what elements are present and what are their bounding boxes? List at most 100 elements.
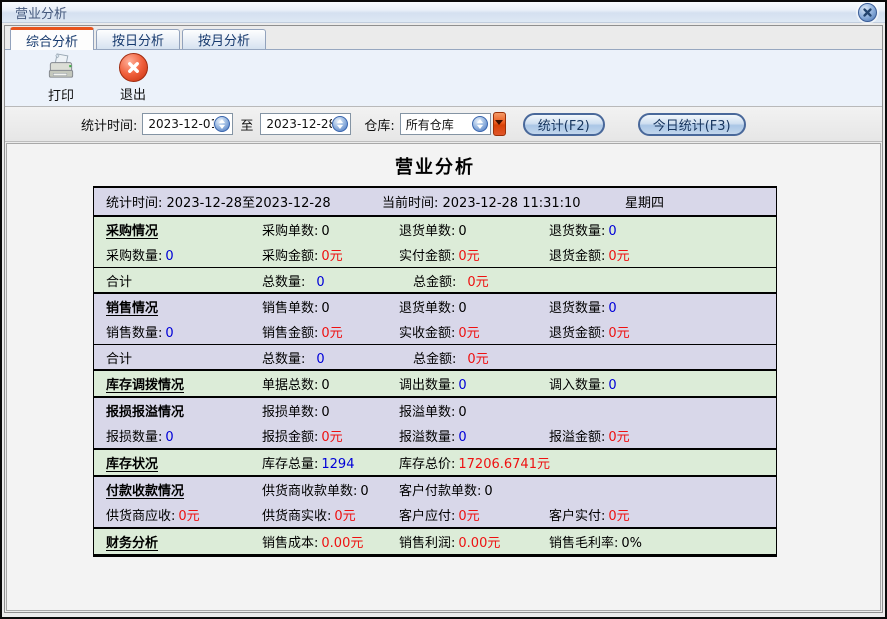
exit-icon bbox=[119, 53, 148, 82]
report: 营业分析 统计时间: 2023-12-28至2023-12-28当前时间: 20… bbox=[93, 153, 777, 557]
report-title: 营业分析 bbox=[93, 153, 777, 179]
cell-label: 采购数量: bbox=[106, 249, 162, 264]
cell-label: 销售金额: bbox=[262, 326, 318, 341]
report-cell: 客户实付:0元 bbox=[549, 505, 776, 524]
print-button[interactable]: 打印 bbox=[33, 52, 89, 104]
report-table: 统计时间: 2023-12-28至2023-12-28当前时间: 2023-12… bbox=[93, 186, 777, 557]
cell-label: 供货商收款单数: bbox=[262, 484, 357, 499]
report-cell: 供货商实收:0元 bbox=[262, 505, 399, 524]
report-cell: 财务分析 bbox=[106, 532, 262, 551]
report-cell: 报溢单数:0 bbox=[399, 401, 549, 420]
report-cell: 销售单数:0 bbox=[262, 297, 399, 316]
cell-label: 调入数量: bbox=[549, 378, 605, 393]
report-row: 供货商应收:0元供货商实收:0元客户应付:0元客户实付:0元 bbox=[94, 502, 776, 527]
cell-label: 退货金额: bbox=[549, 326, 605, 341]
cell-label: 客户付款单数: bbox=[399, 484, 481, 499]
warehouse-select[interactable]: 所有仓库 bbox=[400, 113, 491, 135]
cell-value: 0.00元 bbox=[458, 536, 500, 551]
date-to-value: 2023-12-28 bbox=[266, 117, 332, 131]
exit-button[interactable]: 退出 bbox=[105, 52, 161, 104]
content-area: 营业分析 统计时间: 2023-12-28至2023-12-28当前时间: 20… bbox=[6, 143, 881, 611]
close-button[interactable] bbox=[858, 3, 877, 22]
cell-label: 退货金额: bbox=[549, 249, 605, 264]
today-statistics-button[interactable]: 今日统计(F3) bbox=[638, 113, 746, 136]
cell-label: 实收金额: bbox=[399, 326, 455, 341]
section-heading: 采购情况 bbox=[106, 224, 158, 239]
cell-value: 0元 bbox=[321, 430, 342, 445]
cell-value: 0 bbox=[458, 224, 466, 239]
print-button-label: 打印 bbox=[48, 85, 74, 104]
cell-value: 0元 bbox=[608, 326, 629, 341]
report-cell: 报溢金额:0元 bbox=[549, 426, 776, 445]
cell-value: 0元 bbox=[608, 430, 629, 445]
report-info-section: 统计时间: 2023-12-28至2023-12-28当前时间: 2023-12… bbox=[94, 188, 776, 217]
tab-monthly[interactable]: 按月分析 bbox=[182, 29, 266, 49]
report-row: 合计总数量:0总金额:0元 bbox=[94, 267, 776, 292]
cell-label: 调出数量: bbox=[399, 378, 455, 393]
cell-label: 单据总数: bbox=[262, 378, 318, 393]
date-to-spinner-icon[interactable] bbox=[332, 116, 348, 132]
cell-label: 客户应付: bbox=[399, 509, 455, 524]
cell-value: 0 bbox=[608, 301, 616, 316]
exit-button-label: 退出 bbox=[120, 84, 146, 103]
warehouse-dropdown-button[interactable] bbox=[493, 112, 506, 136]
cell-value: 0元 bbox=[458, 509, 479, 524]
cell-label: 销售利润: bbox=[399, 536, 455, 551]
section-heading: 库存状况 bbox=[106, 457, 158, 472]
date-from-spinner-icon[interactable] bbox=[214, 116, 230, 132]
cell-value: 0 bbox=[458, 430, 466, 445]
report-cell: 供货商应收:0元 bbox=[106, 505, 262, 524]
warehouse-spinner-icon[interactable] bbox=[472, 116, 488, 132]
cell-label: 销售单数: bbox=[262, 301, 318, 316]
report-cell: 总金额:0元 bbox=[399, 271, 549, 290]
cell-value: 0元 bbox=[608, 509, 629, 524]
section-stock-transfer: 库存调拨情况单据总数:0调出数量:0调入数量:0 bbox=[94, 371, 776, 398]
cell-value: 0元 bbox=[321, 249, 342, 264]
section-purchase: 采购情况采购单数:0退货单数:0退货数量:0采购数量:0采购金额:0元实付金额:… bbox=[94, 217, 776, 294]
tab-daily[interactable]: 按日分析 bbox=[96, 29, 180, 49]
report-cell: 销售金额:0元 bbox=[262, 322, 399, 341]
cell-value: 0元 bbox=[458, 326, 479, 341]
report-row: 库存调拨情况单据总数:0调出数量:0调入数量:0 bbox=[94, 371, 776, 396]
window-title: 营业分析 bbox=[15, 3, 67, 22]
cell-value: 0 bbox=[608, 378, 616, 393]
section-heading: 财务分析 bbox=[106, 536, 158, 551]
tab-strip: 综合分析按日分析按月分析 bbox=[5, 26, 882, 49]
report-row: 销售情况销售单数:0退货单数:0退货数量:0 bbox=[94, 294, 776, 319]
today-statistics-button-label: 今日统计(F3) bbox=[653, 115, 731, 134]
cell-value: 0元 bbox=[608, 249, 629, 264]
cell-label: 总数量: bbox=[262, 275, 305, 290]
report-cell: 库存调拨情况 bbox=[106, 374, 262, 393]
cell-value: 0 bbox=[321, 405, 329, 420]
filter-bar: 统计时间: 2023-12-01 至 2023-12-28 仓库: 所有仓库 bbox=[5, 107, 882, 142]
toolbar: 打印 退出 bbox=[5, 49, 882, 107]
cell-label: 供货商实收: bbox=[262, 509, 331, 524]
cell-value: 0 bbox=[458, 301, 466, 316]
report-cell: 合计 bbox=[106, 348, 262, 367]
cell-value: 1294 bbox=[321, 457, 354, 472]
cell-label: 报溢数量: bbox=[399, 430, 455, 445]
cell-label: 合计 bbox=[106, 275, 132, 290]
report-cell: 客户应付:0元 bbox=[399, 505, 549, 524]
cell-label: 销售成本: bbox=[262, 536, 318, 551]
cell-value: 0 bbox=[321, 378, 329, 393]
cell-value: 0 bbox=[484, 484, 492, 499]
tab-comprehensive[interactable]: 综合分析 bbox=[10, 27, 94, 50]
date-to-picker[interactable]: 2023-12-28 bbox=[260, 113, 351, 135]
cell-value: 0元 bbox=[467, 352, 488, 367]
close-icon bbox=[862, 7, 873, 18]
cell-label: 总数量: bbox=[262, 352, 305, 367]
report-row: 合计总数量:0总金额:0元 bbox=[94, 344, 776, 369]
report-cell: 报损数量:0 bbox=[106, 426, 262, 445]
warehouse-label: 仓库: bbox=[364, 115, 394, 134]
cell-value: 0 bbox=[458, 378, 466, 393]
report-cell: 供货商收款单数:0 bbox=[262, 480, 399, 499]
report-cell: 退货金额:0元 bbox=[549, 322, 776, 341]
report-cell: 单据总数:0 bbox=[262, 374, 399, 393]
app-window: 营业分析 综合分析按日分析按月分析 打印 bbox=[0, 0, 887, 619]
cell-value: 17206.6741元 bbox=[458, 457, 550, 472]
statistics-button[interactable]: 统计(F2) bbox=[523, 113, 605, 136]
report-cell: 库存总量:1294 bbox=[262, 453, 399, 472]
date-from-picker[interactable]: 2023-12-01 bbox=[142, 113, 233, 135]
cell-value: 0元 bbox=[458, 249, 479, 264]
